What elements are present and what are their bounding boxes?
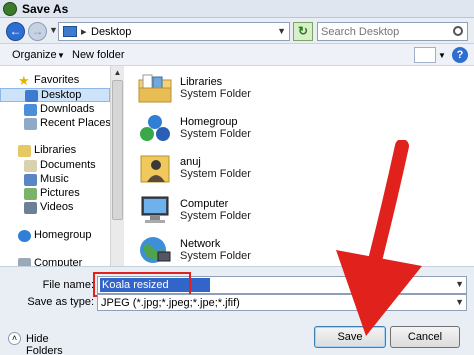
- organize-button[interactable]: Organize: [12, 49, 57, 61]
- file-type: System Folder: [180, 128, 251, 140]
- search-box[interactable]: [317, 22, 468, 41]
- save-as-type-value: JPEG (*.jpg;*.jpeg;*.jpe;*.jfif): [101, 297, 240, 309]
- nav-item-label: Homegroup: [34, 229, 92, 241]
- cancel-button[interactable]: Cancel: [390, 326, 460, 348]
- view-dropdown-icon[interactable]: ▼: [438, 51, 446, 60]
- file-type: System Folder: [180, 88, 251, 100]
- chevron-down-icon[interactable]: ▼: [57, 51, 65, 60]
- forward-button[interactable]: →: [28, 22, 47, 41]
- computer-icon: [141, 196, 169, 223]
- file-type: System Folder: [180, 168, 251, 180]
- star-icon: ★: [18, 73, 30, 88]
- save-button[interactable]: Save: [314, 326, 386, 348]
- new-folder-button[interactable]: New folder: [72, 49, 125, 61]
- nav-item-label: Pictures: [40, 187, 80, 199]
- list-item[interactable]: Libraries System Folder: [132, 70, 332, 108]
- list-item[interactable]: anuj System Folder: [132, 150, 332, 188]
- history-dropdown-icon[interactable]: ▼: [49, 25, 58, 35]
- nav-item-pictures[interactable]: Pictures: [0, 187, 110, 201]
- file-name: Computer: [180, 198, 229, 210]
- homegroup-icon: [18, 230, 31, 242]
- nav-item-label: Music: [40, 173, 69, 185]
- nav-item-label: Favorites: [34, 74, 80, 86]
- file-name: anuj: [180, 156, 201, 168]
- nav-item-computer[interactable]: Computer: [0, 257, 110, 266]
- breadcrumb[interactable]: ▸ Desktop ▼: [58, 22, 290, 41]
- chevron-up-icon: ˄: [8, 332, 21, 345]
- back-arrow-icon: ←: [9, 24, 22, 38]
- refresh-button[interactable]: ↻: [293, 22, 313, 41]
- navigation-pane: ★ Favorites Desktop Downloads Recent Pla…: [0, 66, 110, 266]
- refresh-icon: ↻: [297, 24, 309, 38]
- scroll-up-icon[interactable]: ▲: [111, 66, 124, 79]
- file-name-label: File name:: [42, 279, 94, 291]
- nav-item-downloads[interactable]: Downloads: [0, 103, 110, 117]
- nav-item-label: Downloads: [40, 103, 95, 115]
- view-options-icon[interactable]: [414, 47, 436, 63]
- nav-item-libraries[interactable]: Libraries: [0, 144, 110, 158]
- user-folder-icon: [140, 155, 170, 183]
- help-icon[interactable]: ?: [452, 47, 468, 63]
- libraries-icon: [18, 145, 31, 157]
- file-name: Homegroup: [180, 116, 238, 128]
- file-list: Libraries System Folder Homegroup System…: [124, 66, 474, 266]
- window-title: Save As: [22, 2, 69, 16]
- pictures-icon: [24, 188, 37, 200]
- nav-item-label: Videos: [40, 201, 74, 213]
- file-name-dropdown-icon[interactable]: ▼: [455, 279, 464, 289]
- file-name: Network: [180, 238, 221, 250]
- nav-item-label: Computer: [34, 257, 83, 266]
- nav-item-music[interactable]: Music: [0, 173, 110, 187]
- breadcrumb-desktop[interactable]: Desktop: [91, 26, 131, 38]
- file-type: System Folder: [180, 210, 251, 222]
- list-item[interactable]: Homegroup System Folder: [132, 110, 332, 148]
- file-type: System Folder: [180, 250, 251, 262]
- breadcrumb-separator-icon[interactable]: ▸: [81, 25, 87, 38]
- nav-item-label: Libraries: [34, 144, 77, 156]
- nav-item-label: Desktop: [41, 89, 82, 101]
- search-input[interactable]: [321, 25, 446, 39]
- address-bar: ← → ▼ ▸ Desktop ▼ ↻: [0, 18, 474, 44]
- libraries-folder-icon: [138, 74, 172, 103]
- nav-item-favorites[interactable]: ★ Favorites: [0, 74, 110, 88]
- videos-icon: [24, 202, 37, 214]
- forward-arrow-icon: →: [31, 24, 44, 38]
- save-form: File name: ▼ Save as type: JPEG (*.jpg;*…: [0, 266, 474, 355]
- save-as-type-dropdown-icon[interactable]: ▼: [455, 297, 464, 307]
- nav-item-desktop[interactable]: Desktop: [0, 88, 110, 102]
- hide-folders-label: Hide Folders: [26, 333, 63, 355]
- computer-icon: [18, 258, 31, 266]
- file-name: Libraries: [180, 76, 223, 88]
- desktop-icon: [25, 90, 38, 102]
- app-icon: [3, 2, 17, 16]
- music-icon: [24, 174, 37, 186]
- homegroup-icon: [140, 115, 170, 141]
- save-as-type-label: Save as type:: [27, 296, 94, 308]
- save-as-type-select[interactable]: JPEG (*.jpg;*.jpeg;*.jpe;*.jfif) ▼: [97, 294, 467, 311]
- desktop-folder-icon: [63, 26, 77, 37]
- search-icon[interactable]: [453, 26, 463, 36]
- network-icon: [140, 237, 171, 263]
- navigation-scrollbar[interactable]: ▲: [110, 66, 124, 266]
- nav-item-label: Recent Places: [40, 117, 110, 129]
- nav-item-homegroup[interactable]: Homegroup: [0, 229, 110, 243]
- title-bar: Save As: [0, 0, 474, 18]
- nav-item-videos[interactable]: Videos: [0, 201, 110, 215]
- list-item[interactable]: Network System Folder: [132, 232, 332, 266]
- documents-icon: [24, 160, 37, 172]
- nav-item-documents[interactable]: Documents: [0, 159, 110, 173]
- nav-item-recent-places[interactable]: Recent Places: [0, 117, 110, 131]
- downloads-icon: [24, 104, 37, 116]
- list-item[interactable]: Computer System Folder: [132, 192, 332, 230]
- nav-item-label: Documents: [40, 159, 96, 171]
- hide-folders-button[interactable]: ˄ Hide Folders: [6, 331, 86, 355]
- path-dropdown-icon[interactable]: ▼: [277, 26, 286, 36]
- recent-places-icon: [24, 118, 37, 130]
- scrollbar-thumb[interactable]: [112, 80, 123, 220]
- back-button[interactable]: ←: [6, 22, 25, 41]
- toolbar: Organize ▼ New folder ▼ ?: [0, 44, 474, 66]
